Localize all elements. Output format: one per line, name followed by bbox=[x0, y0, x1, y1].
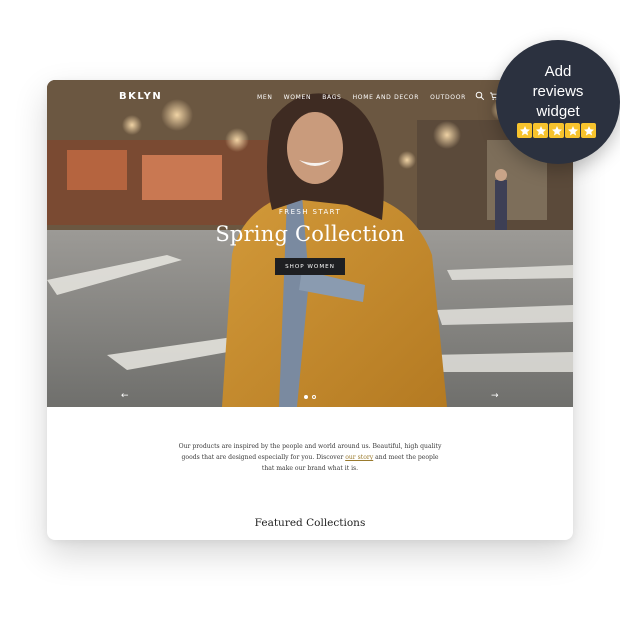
hero-title: Spring Collection bbox=[215, 222, 405, 246]
star-icon bbox=[581, 123, 596, 138]
intro-line-2-end: and meet the people bbox=[375, 454, 439, 461]
nav-item-home-and-decor[interactable]: HOME AND DECOR bbox=[353, 94, 420, 101]
slide-next-arrow[interactable]: → bbox=[491, 391, 499, 401]
intro-line-2-start: goods that are designed especially for y… bbox=[181, 454, 344, 461]
shop-women-button[interactable]: SHOP WOMEN bbox=[275, 258, 345, 275]
badge-line-2: reviews bbox=[532, 83, 584, 100]
slide-dot-1[interactable] bbox=[304, 395, 308, 399]
featured-collections-heading: Featured Collections bbox=[254, 517, 366, 529]
intro-text: Our products are inspired by the people … bbox=[47, 441, 573, 474]
star-icon bbox=[517, 123, 532, 138]
nav-item-men[interactable]: MEN bbox=[257, 94, 273, 101]
nav-item-bags[interactable]: BAGS bbox=[322, 94, 341, 101]
nav-item-women[interactable]: WOMEN bbox=[284, 94, 312, 101]
nav-item-outdoor[interactable]: OUTDOOR bbox=[430, 94, 466, 101]
slide-prev-arrow[interactable]: ← bbox=[121, 391, 129, 401]
intro-line-1: Our products are inspired by the people … bbox=[178, 443, 442, 450]
star-icon bbox=[549, 123, 564, 138]
slide-dot-2[interactable] bbox=[312, 395, 316, 399]
hero-banner: BKLYN MEN WOMEN BAGS HOME AND DECOR OUTD… bbox=[47, 80, 573, 407]
hero-eyebrow: FRESH START bbox=[278, 208, 342, 216]
badge-line-3: widget bbox=[536, 103, 580, 120]
intro-line-3: that make our brand what it is. bbox=[261, 465, 359, 472]
store-preview-card: BKLYN MEN WOMEN BAGS HOME AND DECOR OUTD… bbox=[47, 80, 573, 540]
badge-label: Add reviews widget bbox=[496, 62, 620, 122]
add-reviews-widget-badge[interactable]: Add reviews widget bbox=[496, 40, 620, 164]
our-story-link[interactable]: our story bbox=[345, 454, 373, 461]
star-icon bbox=[533, 123, 548, 138]
search-icon[interactable] bbox=[475, 91, 485, 101]
hero-content: FRESH START Spring Collection SHOP WOMEN bbox=[47, 208, 573, 275]
store-logo[interactable]: BKLYN bbox=[119, 91, 162, 102]
star-icon bbox=[565, 123, 580, 138]
nav-menu: MEN WOMEN BAGS HOME AND DECOR OUTDOOR bbox=[257, 94, 466, 101]
star-rating bbox=[517, 123, 596, 138]
badge-line-1: Add bbox=[544, 63, 572, 80]
intro-line-2: goods that are designed especially for y… bbox=[47, 452, 573, 463]
store-navbar: BKLYN MEN WOMEN BAGS HOME AND DECOR OUTD… bbox=[47, 80, 573, 116]
